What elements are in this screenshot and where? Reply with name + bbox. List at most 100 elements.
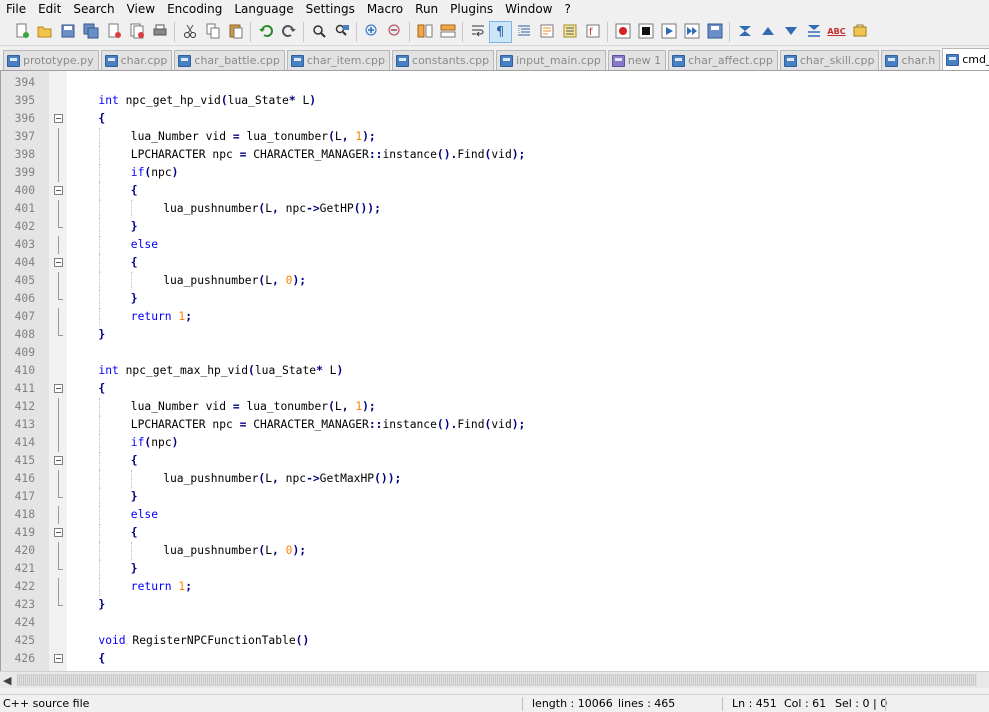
paste-button[interactable] [224, 21, 247, 43]
close-button[interactable] [102, 21, 125, 43]
tab-char-skill-cpp[interactable]: char_skill.cpp [779, 50, 880, 70]
print-button[interactable] [148, 21, 171, 43]
tab-constants-cpp[interactable]: constants.cpp [392, 50, 495, 70]
code-line[interactable]: 414 if(npc) [1, 434, 989, 452]
code-line[interactable]: 397 lua_Number vid = lua_tonumber(L, 1); [1, 128, 989, 146]
tab-new-1[interactable]: new 1 [607, 50, 667, 70]
record-macro-button[interactable] [611, 21, 634, 43]
code-line[interactable]: 402} [1, 218, 989, 236]
code-line[interactable]: 409 [1, 344, 989, 362]
menu-settings[interactable]: Settings [300, 0, 361, 18]
show-all-chars-button[interactable]: ¶ [489, 20, 512, 43]
code-line[interactable]: 422 return 1; [1, 578, 989, 596]
code-line[interactable]: 399 if(npc) [1, 164, 989, 182]
code-line[interactable]: 415 { [1, 452, 989, 470]
menu-file[interactable]: File [0, 0, 32, 18]
code-line[interactable]: 419 { [1, 524, 989, 542]
code-line[interactable]: 395 int npc_get_hp_vid(lua_State* L) [1, 92, 989, 110]
menu-edit[interactable]: Edit [32, 0, 67, 18]
code-line[interactable]: 420 lua_pushnumber(L, 0); [1, 542, 989, 560]
zoom-in-button[interactable] [360, 21, 383, 43]
play-macro-button[interactable] [657, 21, 680, 43]
code-line[interactable]: 412 lua_Number vid = lua_tonumber(L, 1); [1, 398, 989, 416]
code-line[interactable]: 405 lua_pushnumber(L, 0); [1, 272, 989, 290]
find-button[interactable] [307, 21, 330, 43]
code-line[interactable]: 416 lua_pushnumber(L, npc->GetMaxHP()); [1, 470, 989, 488]
fold-toggle-icon[interactable] [54, 654, 63, 663]
menu-language[interactable]: Language [228, 0, 299, 18]
save-button[interactable] [56, 21, 79, 43]
code-line[interactable]: 426 { [1, 650, 989, 668]
menu-help[interactable]: ? [558, 0, 576, 18]
code-line[interactable]: 406} [1, 290, 989, 308]
code-line[interactable]: 408} [1, 326, 989, 344]
redo-button[interactable] [277, 21, 300, 43]
word-wrap-button[interactable] [466, 21, 489, 43]
menu-view[interactable]: View [121, 0, 161, 18]
code-line[interactable]: 417} [1, 488, 989, 506]
code-line[interactable]: 401 lua_pushnumber(L, npc->GetHP()); [1, 200, 989, 218]
prev-button[interactable] [756, 21, 779, 43]
sync-horizontal-button[interactable] [436, 21, 459, 43]
menu-plugins[interactable]: Plugins [444, 0, 499, 18]
stop-macro-button[interactable] [634, 21, 657, 43]
code-line[interactable]: 421} [1, 560, 989, 578]
run-macro-multiple-button[interactable] [680, 21, 703, 43]
tab-prototype-py[interactable]: prototype.py [3, 50, 99, 70]
copy-button[interactable] [201, 21, 224, 43]
tab-char-affect-cpp[interactable]: char_affect.cpp [668, 50, 778, 70]
doc-map-button[interactable] [558, 21, 581, 43]
udl-button[interactable] [535, 21, 558, 43]
plugin-button[interactable] [848, 21, 871, 43]
replace-button[interactable] [330, 21, 353, 43]
menu-encoding[interactable]: Encoding [161, 0, 228, 18]
save-macro-button[interactable] [703, 21, 726, 43]
code-line[interactable]: 407 return 1; [1, 308, 989, 326]
fold-toggle-icon[interactable] [54, 384, 63, 393]
sync-vertical-button[interactable] [413, 21, 436, 43]
fold-toggle-icon[interactable] [54, 528, 63, 537]
code-line[interactable]: 403 else [1, 236, 989, 254]
close-all-button[interactable] [125, 21, 148, 43]
tab-cmd-general-cpp[interactable]: cmd_general.cpp [942, 48, 989, 70]
code-line[interactable]: 410 int npc_get_max_hp_vid(lua_State* L) [1, 362, 989, 380]
zoom-out-button[interactable] [383, 21, 406, 43]
code-line[interactable]: 398 LPCHARACTER npc = CHARACTER_MANAGER::… [1, 146, 989, 164]
code-line[interactable]: 425 void RegisterNPCFunctionTable() [1, 632, 989, 650]
code-line[interactable]: 424 [1, 614, 989, 632]
tab-char-h[interactable]: char.h [881, 50, 941, 70]
collapse-button[interactable] [733, 21, 756, 43]
menu-macro[interactable]: Macro [361, 0, 409, 18]
scroll-left-icon[interactable]: ◀ [3, 674, 11, 687]
code-line[interactable]: 400 { [1, 182, 989, 200]
tab-char-cpp[interactable]: char.cpp [100, 50, 173, 70]
code-line[interactable]: 423} [1, 596, 989, 614]
open-file-button[interactable] [33, 21, 56, 43]
function-list-button[interactable]: f [581, 21, 604, 43]
fold-toggle-icon[interactable] [54, 258, 63, 267]
menu-search[interactable]: Search [67, 0, 120, 18]
code-line[interactable]: 413 LPCHARACTER npc = CHARACTER_MANAGER::… [1, 416, 989, 434]
menu-run[interactable]: Run [409, 0, 444, 18]
code-line[interactable]: 411 { [1, 380, 989, 398]
code-line[interactable]: 394 [1, 74, 989, 92]
tab-input-main-cpp[interactable]: input_main.cpp [496, 50, 606, 70]
scrollbar-thumb[interactable] [17, 674, 977, 686]
tab-char-item-cpp[interactable]: char_item.cpp [286, 50, 391, 70]
code-editor[interactable]: 394 395 int npc_get_hp_vid(lua_State* L) 39… [0, 71, 989, 671]
menu-window[interactable]: Window [499, 0, 558, 18]
spell-check-button[interactable]: ABC [825, 21, 848, 43]
fold-toggle-icon[interactable] [54, 114, 63, 123]
code-line[interactable]: 418 else [1, 506, 989, 524]
code-line[interactable]: 396 { [1, 110, 989, 128]
save-all-button[interactable] [79, 21, 102, 43]
horizontal-scrollbar[interactable]: ◀ [0, 671, 989, 688]
expand-button[interactable] [802, 21, 825, 43]
code-line[interactable]: 404 { [1, 254, 989, 272]
indent-guide-button[interactable] [512, 21, 535, 43]
cut-button[interactable] [178, 21, 201, 43]
tab-char-battle-cpp[interactable]: char_battle.cpp [174, 50, 285, 70]
fold-toggle-icon[interactable] [54, 456, 63, 465]
undo-button[interactable] [254, 21, 277, 43]
next-button[interactable] [779, 21, 802, 43]
